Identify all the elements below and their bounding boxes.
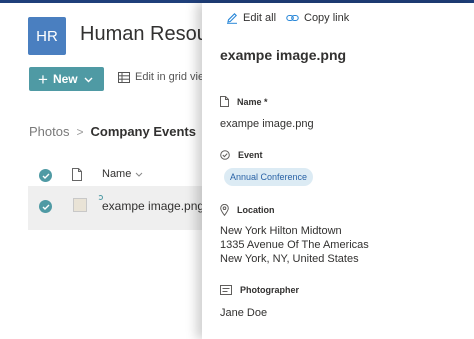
- image-thumbnail-icon: [73, 198, 87, 212]
- document-icon: [220, 96, 229, 107]
- table-row[interactable]: exampe image.png: [28, 186, 202, 230]
- breadcrumb: Photos > Company Events: [29, 124, 196, 139]
- new-button[interactable]: + New: [29, 67, 104, 91]
- list-header: Name: [0, 161, 202, 189]
- row-checkbox[interactable]: [39, 200, 52, 213]
- plus-icon: +: [38, 69, 48, 89]
- location-line-2: 1335 Avenue Of The Americas: [220, 239, 369, 251]
- edit-grid-view-label: Edit in grid view: [135, 71, 202, 83]
- location-field-value[interactable]: New York Hilton Midtown 1335 Avenue Of T…: [220, 224, 369, 266]
- pencil-icon: [227, 13, 237, 24]
- event-field-label: Event: [220, 150, 263, 160]
- name-column-label: Name: [102, 168, 132, 180]
- location-pin-icon: [220, 204, 229, 216]
- select-all-checkbox[interactable]: [39, 169, 52, 182]
- event-tag[interactable]: Annual Conference: [224, 168, 314, 186]
- sort-chevron-icon: [135, 169, 143, 179]
- person-card-icon: [220, 285, 232, 295]
- panel-command-bar: Edit all Copy link: [202, 3, 474, 35]
- photographer-field-value[interactable]: Jane Doe: [220, 306, 267, 320]
- command-bar: + New Edit in grid view: [0, 65, 202, 95]
- breadcrumb-company-events[interactable]: Company Events: [91, 124, 196, 139]
- panel-file-title: exampe image.png: [220, 47, 347, 63]
- details-panel: Edit all Copy link exampe image.png Name…: [202, 3, 474, 339]
- site-title[interactable]: Human Resources: [80, 23, 202, 46]
- edit-grid-view-button[interactable]: Edit in grid view: [118, 71, 202, 83]
- name-column-header[interactable]: Name: [102, 168, 143, 180]
- chevron-down-icon: [84, 72, 93, 86]
- breadcrumb-photos[interactable]: Photos: [29, 124, 69, 139]
- check-circle-icon: [220, 150, 230, 160]
- photographer-field-label: Photographer: [220, 285, 299, 295]
- location-line-1: New York Hilton Midtown: [220, 225, 342, 237]
- copy-link-label: Copy link: [304, 12, 350, 24]
- chevron-right-icon: >: [76, 124, 84, 139]
- site-logo[interactable]: HR: [28, 17, 66, 55]
- location-label-text: Location: [237, 205, 275, 215]
- row-file-name[interactable]: exampe image.png: [102, 199, 202, 213]
- link-icon: [286, 14, 299, 22]
- new-button-label: New: [52, 72, 78, 86]
- name-field-value[interactable]: exampe image.png: [220, 117, 314, 131]
- copy-link-button[interactable]: Copy link: [286, 12, 349, 24]
- photographer-label-text: Photographer: [240, 285, 300, 295]
- grid-icon: [118, 71, 130, 83]
- name-field-label: Name *: [220, 96, 268, 107]
- event-label-text: Event: [238, 150, 263, 160]
- edit-all-label: Edit all: [243, 12, 277, 24]
- location-line-3: New York, NY, United States: [220, 253, 359, 265]
- file-type-icon[interactable]: [72, 168, 82, 186]
- edit-all-button[interactable]: Edit all: [226, 12, 276, 24]
- location-field-label: Location: [220, 204, 275, 216]
- library-page: HR Human Resources + New Edit in grid vi…: [0, 3, 202, 339]
- name-label-text: Name *: [237, 96, 268, 107]
